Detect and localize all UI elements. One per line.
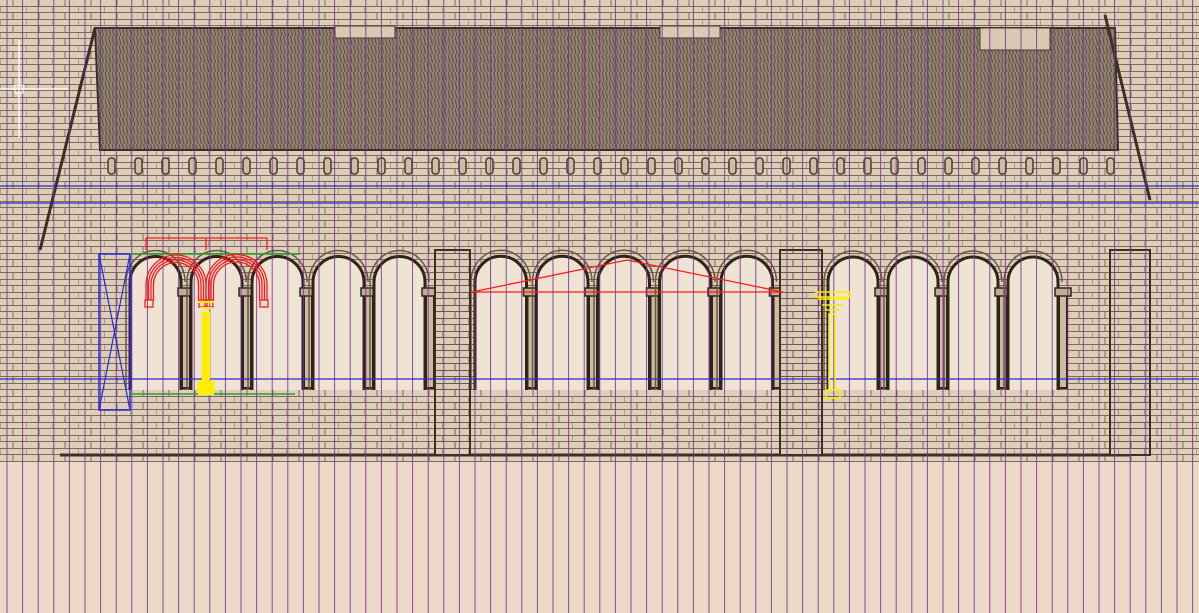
corbel [971, 157, 980, 175]
colonnette [1058, 291, 1068, 389]
corbel [512, 157, 521, 175]
corbel [323, 157, 332, 175]
corbel [242, 157, 251, 175]
roof-vent-3 [979, 27, 1051, 51]
arch-opening [189, 255, 244, 390]
colonnette [242, 291, 252, 389]
drawing-canvas[interactable] [0, 0, 1199, 613]
corbel [350, 157, 359, 175]
arch-opening [250, 255, 305, 390]
buttress [779, 249, 823, 456]
colonnette [649, 291, 660, 389]
roof [93, 27, 1120, 151]
colonnette [425, 291, 435, 389]
corbel [458, 157, 467, 175]
colonnette [526, 291, 537, 389]
arch-opening [658, 254, 713, 390]
arch-opening [311, 255, 366, 390]
corbel [755, 157, 764, 175]
corbel [1106, 157, 1115, 175]
corbel [269, 157, 278, 175]
arch-opening [1006, 255, 1060, 390]
colonnette [303, 291, 313, 389]
corbel [917, 157, 926, 175]
arch-opening [473, 254, 528, 390]
corbel [620, 157, 629, 175]
arch-opening [535, 254, 590, 390]
arch-opening [719, 254, 774, 390]
corbel [1025, 157, 1034, 175]
colonnette [711, 291, 721, 389]
corbel [404, 157, 413, 175]
corbel [215, 157, 224, 175]
corbel [701, 157, 710, 175]
roof-vent-2 [659, 25, 721, 39]
corbel [566, 157, 575, 175]
corbel [539, 157, 548, 175]
corbel [485, 157, 494, 175]
colonnette [181, 291, 191, 389]
capital [1054, 287, 1072, 297]
corbel [674, 157, 683, 175]
roof-vent-1 [334, 25, 396, 39]
corbel [647, 157, 656, 175]
corbel [107, 157, 116, 175]
colonnette [588, 291, 598, 389]
cad-viewport[interactable] [0, 0, 1199, 613]
arch-opening [946, 255, 1000, 390]
buttress [434, 249, 471, 456]
corbel [728, 157, 737, 175]
corbel [431, 157, 440, 175]
arch-opening [886, 255, 940, 390]
corbel [836, 157, 845, 175]
corbel [944, 157, 953, 175]
corbel [1052, 157, 1061, 175]
corbel [890, 157, 899, 175]
corbel [188, 157, 197, 175]
corbel [134, 157, 143, 175]
corbel [809, 157, 818, 175]
arch-opening [596, 254, 651, 390]
